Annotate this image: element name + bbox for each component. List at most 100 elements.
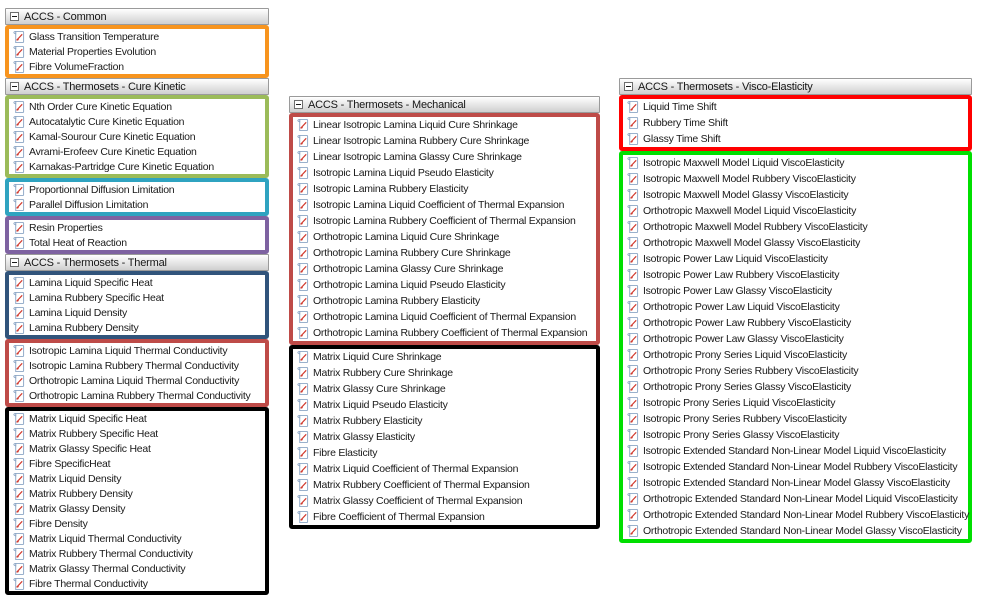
collapse-minus-icon[interactable]	[624, 82, 633, 91]
tree-item[interactable]: Lamina Rubbery Specific Heat	[9, 290, 265, 305]
tree-item[interactable]: Linear Isotropic Lamina Liquid Cure Shri…	[293, 117, 596, 133]
tree-item[interactable]: Isotropic Power Law Glassy ViscoElastici…	[623, 283, 968, 299]
tree-item[interactable]: Fibre Density	[9, 516, 265, 531]
graph-doc-icon	[626, 396, 639, 410]
tree-item[interactable]: Fibre VolumeFraction	[9, 59, 265, 74]
group-header[interactable]: ACCS - Thermosets - Visco-Elasticity	[619, 78, 972, 95]
tree-item[interactable]: Fibre Elasticity	[293, 445, 596, 461]
tree-item-label: Orthotropic Lamina Liquid Cure Shrinkage	[313, 231, 499, 243]
tree-item[interactable]: Isotropic Lamina Liquid Pseudo Elasticit…	[293, 165, 596, 181]
tree-item[interactable]: Isotropic Power Law Liquid ViscoElastici…	[623, 251, 968, 267]
tree-item[interactable]: Orthotropic Power Law Rubbery ViscoElast…	[623, 315, 968, 331]
tree-item[interactable]: Orthotropic Lamina Liquid Cure Shrinkage	[293, 229, 596, 245]
tree-item[interactable]: Isotropic Maxwell Model Glassy ViscoElas…	[623, 187, 968, 203]
tree-item[interactable]: Orthotropic Maxwell Model Glassy ViscoEl…	[623, 235, 968, 251]
tree-item[interactable]: Orthotropic Prony Series Liquid ViscoEla…	[623, 347, 968, 363]
tree-item[interactable]: Matrix Rubbery Density	[9, 486, 265, 501]
tree-item[interactable]: Isotropic Lamina Rubbery Elasticity	[293, 181, 596, 197]
tree-item[interactable]: Fibre Coefficient of Thermal Expansion	[293, 509, 596, 525]
tree-item[interactable]: Isotropic Extended Standard Non-Linear M…	[623, 443, 968, 459]
graph-doc-icon	[12, 236, 25, 250]
tree-item[interactable]: Orthotropic Lamina Rubbery Coefficient o…	[293, 325, 596, 341]
tree-item[interactable]: Orthotropic Lamina Rubbery Elasticity	[293, 293, 596, 309]
collapse-minus-icon[interactable]	[10, 82, 19, 91]
tree-item[interactable]: Orthotropic Lamina Glassy Cure Shrinkage	[293, 261, 596, 277]
tree-item[interactable]: Orthotropic Power Law Liquid ViscoElasti…	[623, 299, 968, 315]
tree-item[interactable]: Avrami-Erofeev Cure Kinetic Equation	[9, 144, 265, 159]
tree-item[interactable]: Matrix Liquid Pseudo Elasticity	[293, 397, 596, 413]
tree-item[interactable]: Orthotropic Extended Standard Non-Linear…	[623, 491, 968, 507]
tree-item[interactable]: Isotropic Maxwell Model Rubbery ViscoEla…	[623, 171, 968, 187]
tree-item[interactable]: Parallel Diffusion Limitation	[9, 197, 265, 212]
tree-item[interactable]: Isotropic Lamina Liquid Coefficient of T…	[293, 197, 596, 213]
tree-item[interactable]: Matrix Liquid Thermal Conductivity	[9, 531, 265, 546]
collapse-minus-icon[interactable]	[10, 258, 19, 267]
tree-item[interactable]: Karnakas-Partridge Cure Kinetic Equation	[9, 159, 265, 174]
tree-item[interactable]: Isotropic Lamina Liquid Thermal Conducti…	[9, 343, 265, 358]
tree-item[interactable]: Orthotropic Extended Standard Non-Linear…	[623, 523, 968, 539]
tree-item[interactable]: Orthotropic Power Law Glassy ViscoElasti…	[623, 331, 968, 347]
tree-item[interactable]: Matrix Rubbery Elasticity	[293, 413, 596, 429]
tree-item[interactable]: Autocatalytic Cure Kinetic Equation	[9, 114, 265, 129]
tree-item[interactable]: Glassy Time Shift	[623, 131, 968, 147]
tree-item[interactable]: Orthotropic Maxwell Model Liquid ViscoEl…	[623, 203, 968, 219]
collapse-minus-icon[interactable]	[10, 12, 19, 21]
tree-item[interactable]: Linear Isotropic Lamina Rubbery Cure Shr…	[293, 133, 596, 149]
group-header[interactable]: ACCS - Thermosets - Cure Kinetic	[5, 78, 269, 95]
tree-item[interactable]: Rubbery Time Shift	[623, 115, 968, 131]
tree-item[interactable]: Liquid Time Shift	[623, 99, 968, 115]
tree-item[interactable]: Matrix Rubbery Thermal Conductivity	[9, 546, 265, 561]
tree-item[interactable]: Matrix Rubbery Cure Shrinkage	[293, 365, 596, 381]
tree-item[interactable]: Fibre Thermal Conductivity	[9, 576, 265, 591]
tree-item[interactable]: Orthotropic Lamina Liquid Thermal Conduc…	[9, 373, 265, 388]
tree-item[interactable]: Nth Order Cure Kinetic Equation	[9, 99, 265, 114]
tree-item[interactable]: Matrix Rubbery Coefficient of Thermal Ex…	[293, 477, 596, 493]
tree-item[interactable]: Orthotropic Extended Standard Non-Linear…	[623, 507, 968, 523]
tree-item[interactable]: Matrix Glassy Coefficient of Thermal Exp…	[293, 493, 596, 509]
tree-item[interactable]: Isotropic Prony Series Rubbery ViscoElas…	[623, 411, 968, 427]
tree-item[interactable]: Orthotropic Lamina Rubbery Cure Shrinkag…	[293, 245, 596, 261]
tree-item[interactable]: Matrix Glassy Thermal Conductivity	[9, 561, 265, 576]
tree-item[interactable]: Matrix Glassy Density	[9, 501, 265, 516]
tree-item[interactable]: Matrix Glassy Specific Heat	[9, 441, 265, 456]
tree-item[interactable]: Matrix Liquid Density	[9, 471, 265, 486]
tree-item[interactable]: Linear Isotropic Lamina Glassy Cure Shri…	[293, 149, 596, 165]
tree-item[interactable]: Lamina Liquid Density	[9, 305, 265, 320]
tree-item[interactable]: Isotropic Maxwell Model Liquid ViscoElas…	[623, 155, 968, 171]
tree-item[interactable]: Isotropic Prony Series Glassy ViscoElast…	[623, 427, 968, 443]
tree-item[interactable]: Resin Properties	[9, 220, 265, 235]
tree-item[interactable]: Isotropic Lamina Rubbery Thermal Conduct…	[9, 358, 265, 373]
tree-item-label: Isotropic Power Law Rubbery ViscoElastic…	[643, 269, 839, 281]
tree-item[interactable]: Isotropic Prony Series Liquid ViscoElast…	[623, 395, 968, 411]
tree-item[interactable]: Orthotropic Prony Series Glassy ViscoEla…	[623, 379, 968, 395]
tree-item[interactable]: Proportionnal Diffusion Limitation	[9, 182, 265, 197]
tree-item[interactable]: Total Heat of Reaction	[9, 235, 265, 250]
tree-item[interactable]: Orthotropic Maxwell Model Rubbery ViscoE…	[623, 219, 968, 235]
tree-item[interactable]: Glass Transition Temperature	[9, 29, 265, 44]
tree-item[interactable]: Material Properties Evolution	[9, 44, 265, 59]
tree-item[interactable]: Isotropic Extended Standard Non-Linear M…	[623, 475, 968, 491]
tree-item[interactable]: Fibre SpecificHeat	[9, 456, 265, 471]
tree-item[interactable]: Kamal-Sourour Cure Kinetic Equation	[9, 129, 265, 144]
tree-item[interactable]: Orthotropic Prony Series Rubbery ViscoEl…	[623, 363, 968, 379]
tree-item[interactable]: Matrix Liquid Coefficient of Thermal Exp…	[293, 461, 596, 477]
tree-item[interactable]: Lamina Rubbery Density	[9, 320, 265, 335]
tree-item[interactable]: Isotropic Power Law Rubbery ViscoElastic…	[623, 267, 968, 283]
tree-item[interactable]: Matrix Liquid Specific Heat	[9, 411, 265, 426]
tree-item[interactable]: Lamina Liquid Specific Heat	[9, 275, 265, 290]
tree-item[interactable]: Matrix Liquid Cure Shrinkage	[293, 349, 596, 365]
tree-item[interactable]: Isotropic Lamina Rubbery Coefficient of …	[293, 213, 596, 229]
tree-item[interactable]: Orthotropic Lamina Liquid Pseudo Elastic…	[293, 277, 596, 293]
group-header[interactable]: ACCS - Thermosets - Thermal	[5, 254, 269, 271]
tree-item[interactable]: Matrix Rubbery Specific Heat	[9, 426, 265, 441]
tree-item-label: Orthotropic Extended Standard Non-Linear…	[643, 493, 958, 505]
tree-item[interactable]: Orthotropic Lamina Liquid Coefficient of…	[293, 309, 596, 325]
tree-item[interactable]: Matrix Glassy Elasticity	[293, 429, 596, 445]
group-header[interactable]: ACCS - Common	[5, 8, 269, 25]
collapse-minus-icon[interactable]	[294, 100, 303, 109]
tree-item[interactable]: Matrix Glassy Cure Shrinkage	[293, 381, 596, 397]
group-header[interactable]: ACCS - Thermosets - Mechanical	[289, 96, 600, 113]
tree-item[interactable]: Isotropic Extended Standard Non-Linear M…	[623, 459, 968, 475]
tree-item[interactable]: Orthotropic Lamina Rubbery Thermal Condu…	[9, 388, 265, 403]
graph-doc-icon	[626, 364, 639, 378]
